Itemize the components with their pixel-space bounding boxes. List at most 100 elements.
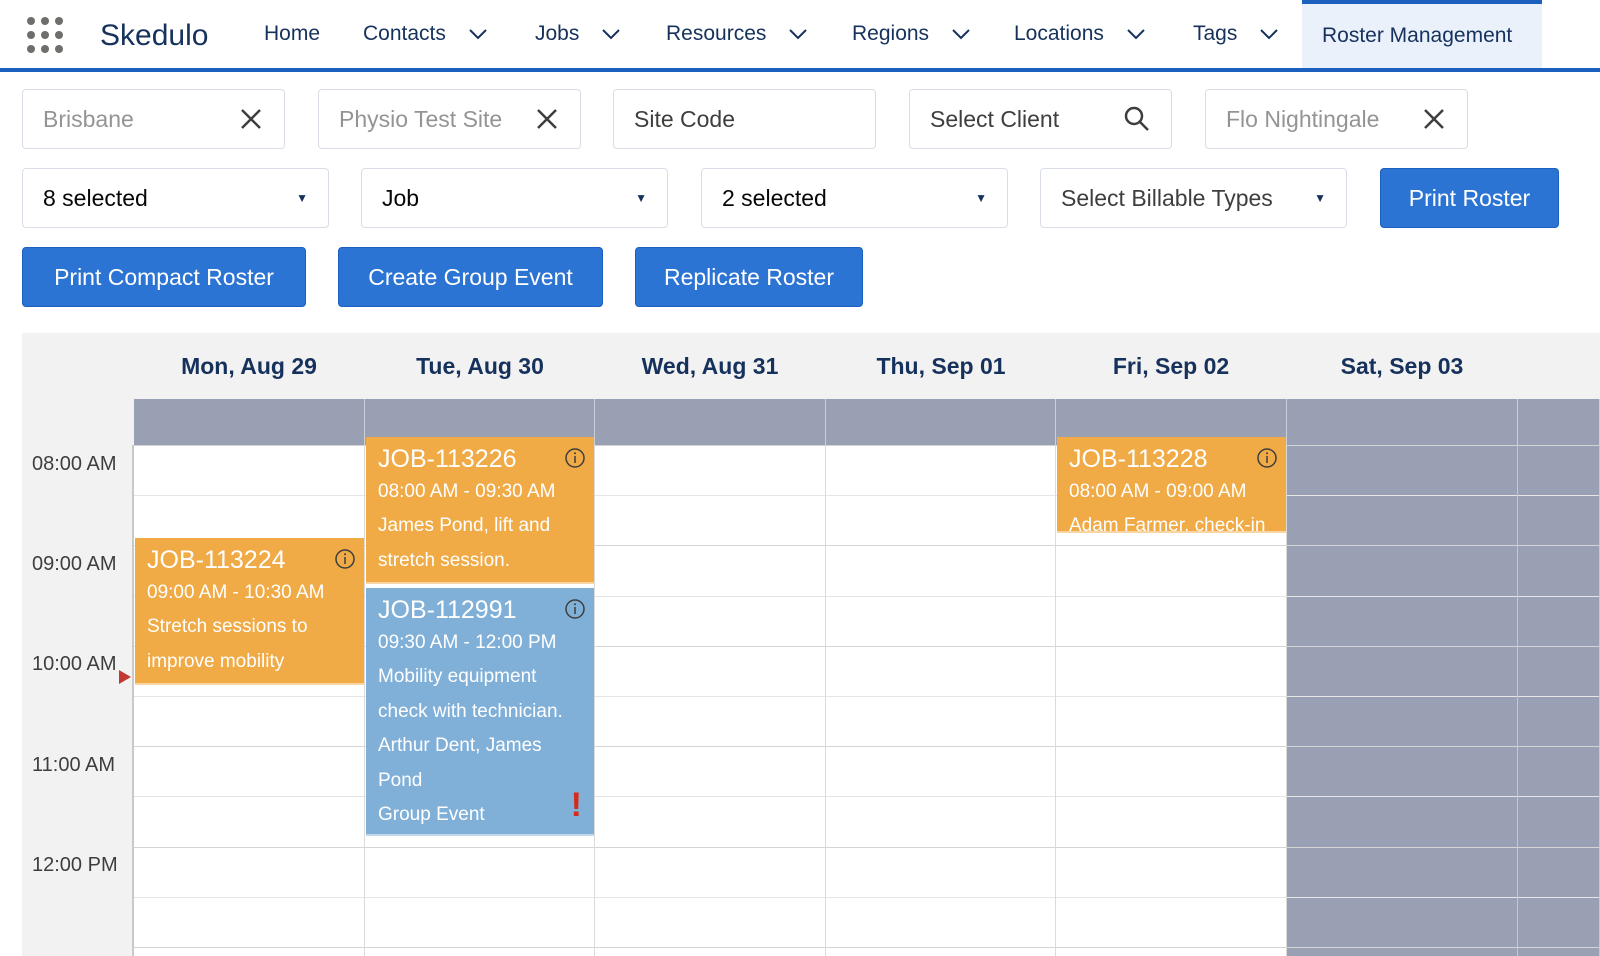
- nav-regions[interactable]: Regions: [852, 0, 971, 68]
- all-day-slot[interactable]: [134, 399, 365, 445]
- site-filter[interactable]: Physio Test Site: [318, 89, 581, 149]
- nav-locations-label: Locations: [1014, 22, 1104, 45]
- all-day-slot[interactable]: [1518, 399, 1600, 445]
- grid-line: [365, 947, 594, 948]
- client-search-input[interactable]: Select Client: [909, 89, 1172, 149]
- grid-line: [1287, 495, 1517, 497]
- type-select[interactable]: Job ▼: [361, 168, 668, 228]
- top-navigation: Skedulo Home Contacts Jobs Resources Reg…: [0, 0, 1600, 72]
- event-card[interactable]: JOB-113224 09:00 AM - 10:30 AM Stretch s…: [135, 538, 364, 685]
- event-card[interactable]: JOB-113228 08:00 AM - 09:00 AM Adam Farm…: [1057, 437, 1286, 533]
- region-filter[interactable]: Brisbane: [22, 89, 285, 149]
- multi-select-1[interactable]: 8 selected ▼: [22, 168, 329, 228]
- grid-line: [1518, 746, 1599, 748]
- weekend-day-column[interactable]: [1287, 445, 1518, 956]
- grid-line: [134, 796, 364, 798]
- day-header: Sat, Sep 03: [1340, 352, 1464, 379]
- region-value: Brisbane: [43, 105, 134, 132]
- nav-tags-label: Tags: [1193, 22, 1238, 45]
- day-column[interactable]: [595, 445, 826, 956]
- clear-icon[interactable]: [1421, 106, 1447, 132]
- nav-tags[interactable]: Tags: [1193, 0, 1279, 68]
- grid-line: [365, 896, 594, 898]
- app-name: Skedulo: [100, 19, 209, 52]
- grid-line: [1056, 947, 1286, 948]
- grid-line: [134, 696, 364, 697]
- billable-types-select[interactable]: Select Billable Types ▼: [1040, 168, 1347, 228]
- grid-line: [1056, 545, 1286, 547]
- event-type: Group Event: [378, 804, 485, 825]
- grid-line: [1518, 495, 1599, 497]
- info-icon[interactable]: [564, 598, 586, 620]
- chevron-down-icon[interactable]: [1259, 24, 1279, 44]
- current-time-marker: [119, 670, 131, 684]
- site-code-input[interactable]: Site Code: [613, 89, 876, 149]
- grid-line: [595, 595, 825, 597]
- all-day-slot[interactable]: [1287, 399, 1518, 445]
- resource-filter[interactable]: Flo Nightingale: [1205, 89, 1468, 149]
- multi-select-2[interactable]: 2 selected ▼: [701, 168, 1008, 228]
- nav-locations[interactable]: Locations: [1014, 0, 1146, 68]
- grid-line: [826, 495, 1055, 497]
- chevron-down-icon[interactable]: [951, 24, 971, 44]
- print-roster-button[interactable]: Print Roster: [1380, 168, 1559, 228]
- print-compact-roster-button[interactable]: Print Compact Roster: [22, 247, 306, 307]
- grid-line: [1287, 846, 1517, 848]
- grid-line: [134, 846, 364, 848]
- nav-resources[interactable]: Resources: [666, 0, 808, 68]
- day-column[interactable]: [134, 445, 365, 956]
- grid-line: [595, 846, 825, 848]
- multi-select-2-value: 2 selected: [722, 184, 827, 211]
- weekend-day-column[interactable]: [1518, 445, 1600, 956]
- app-launcher-icon[interactable]: [27, 17, 63, 53]
- all-day-slot[interactable]: [595, 399, 826, 445]
- replicate-roster-button[interactable]: Replicate Roster: [635, 247, 863, 307]
- event-card[interactable]: JOB-112991 09:30 AM - 12:00 PM Mobility …: [366, 588, 594, 836]
- grid-line: [826, 846, 1055, 848]
- day-header: Fri, Sep 02: [1112, 352, 1230, 379]
- grid-line: [1518, 545, 1599, 547]
- grid-line: [826, 896, 1055, 898]
- event-description: James Pond, lift and stretch session.: [378, 515, 551, 571]
- info-icon[interactable]: [564, 447, 586, 469]
- nav-contacts[interactable]: Contacts: [363, 0, 488, 68]
- chevron-down-icon[interactable]: [1126, 24, 1146, 44]
- event-time: 09:30 AM - 12:00 PM: [378, 632, 557, 653]
- chevron-down-icon[interactable]: [601, 24, 621, 44]
- grid-line: [1518, 796, 1599, 798]
- day-header: Tue, Aug 30: [416, 352, 544, 379]
- event-time: 09:00 AM - 10:30 AM: [147, 582, 325, 603]
- dropdown-arrow-icon: ▼: [296, 191, 308, 205]
- event-id: JOB-113224: [147, 546, 286, 574]
- day-column[interactable]: [826, 445, 1056, 956]
- chevron-down-icon[interactable]: [468, 24, 488, 44]
- info-icon[interactable]: [1256, 447, 1278, 469]
- nav-jobs[interactable]: Jobs: [535, 0, 621, 68]
- event-attendees: Arthur Dent, James Pond: [378, 735, 542, 791]
- grid-line: [595, 445, 825, 446]
- time-label: 09:00 AM: [32, 553, 117, 575]
- grid-line: [826, 545, 1055, 547]
- nav-roster-management-label: Roster Management: [1322, 24, 1513, 47]
- all-day-slot[interactable]: [826, 399, 1056, 445]
- search-icon[interactable]: [1123, 105, 1151, 133]
- site-code-placeholder: Site Code: [634, 105, 736, 132]
- grid-line: [1518, 445, 1599, 446]
- grid-line: [1056, 645, 1286, 647]
- event-card[interactable]: JOB-113226 08:00 AM - 09:30 AM James Pon…: [366, 437, 594, 584]
- event-id: JOB-112991: [378, 596, 517, 624]
- info-icon[interactable]: [334, 548, 356, 570]
- nav-roster-management[interactable]: Roster Management: [1302, 0, 1542, 68]
- chevron-down-icon[interactable]: [788, 24, 808, 44]
- day-header: Thu, Sep 01: [876, 352, 1006, 379]
- grid-line: [1287, 545, 1517, 547]
- clear-icon[interactable]: [238, 106, 264, 132]
- create-group-event-button[interactable]: Create Group Event: [338, 247, 603, 307]
- nav-home[interactable]: Home: [264, 0, 320, 68]
- grid-line: [1056, 696, 1286, 697]
- client-placeholder: Select Client: [930, 105, 1060, 132]
- clear-icon[interactable]: [534, 106, 560, 132]
- time-label: 12:00 PM: [32, 854, 118, 876]
- warning-icon[interactable]: !: [571, 788, 582, 822]
- grid-line: [595, 545, 825, 547]
